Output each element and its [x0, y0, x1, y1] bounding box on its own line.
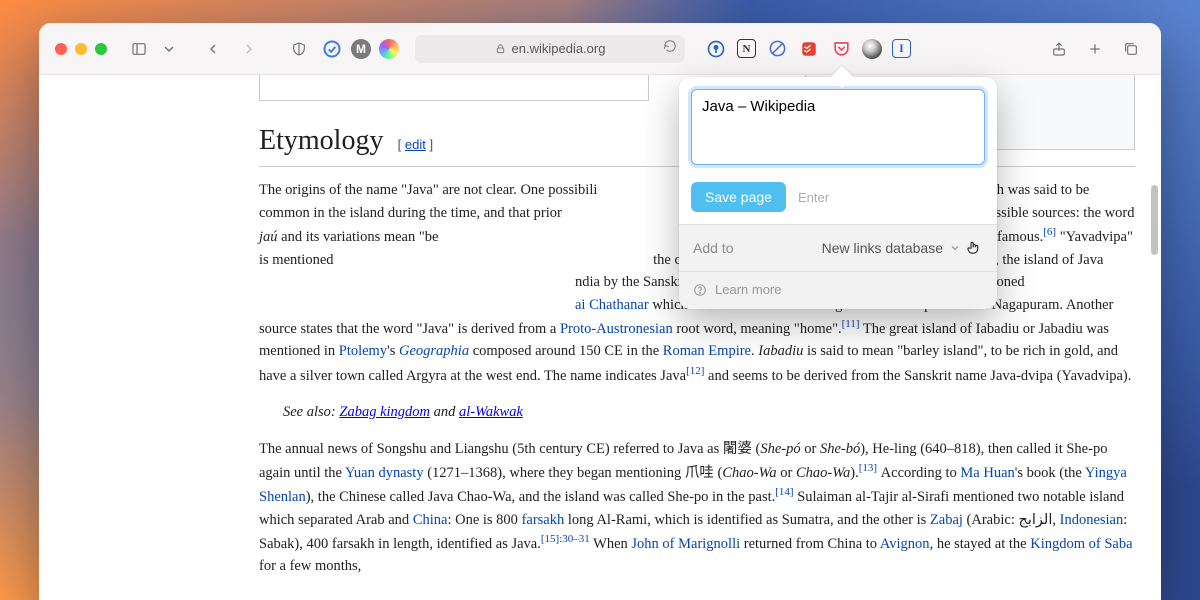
- checkmark-extension-icon[interactable]: [321, 38, 343, 60]
- new-tab-icon[interactable]: [1081, 35, 1109, 63]
- link-zabaj[interactable]: Zabaj: [930, 512, 963, 528]
- link-ptolemy[interactable]: Ptolemy: [339, 343, 387, 359]
- chevron-down-icon: [949, 242, 961, 254]
- help-icon: [693, 283, 707, 297]
- save-page-button[interactable]: Save page: [691, 182, 786, 212]
- extensions-strip: N I: [705, 38, 911, 60]
- link-farsakh[interactable]: farsakh: [522, 512, 565, 528]
- link-proto-austronesian[interactable]: Proto-Austronesian: [560, 321, 673, 337]
- link-china[interactable]: China: [413, 512, 448, 528]
- ref-link[interactable]: [12]: [686, 365, 704, 377]
- add-to-label: Add to: [693, 240, 733, 256]
- cursor-hand-icon: [965, 239, 983, 257]
- reload-icon[interactable]: [663, 39, 677, 58]
- ref-link[interactable]: [13]: [859, 462, 877, 474]
- ref-link[interactable]: [14]: [775, 486, 793, 498]
- scrollbar-thumb[interactable]: [1151, 185, 1158, 255]
- rainbow-extension-icon[interactable]: [379, 39, 399, 59]
- link-zabag[interactable]: Zabag kingdom: [339, 404, 430, 420]
- sidebar-toggle-icon[interactable]: [125, 35, 153, 63]
- address-bar[interactable]: en.wikipedia.org: [415, 35, 685, 63]
- share-icon[interactable]: [1045, 35, 1073, 63]
- link-geographia[interactable]: Geographia: [399, 343, 469, 359]
- address-text: en.wikipedia.org: [512, 41, 606, 56]
- enter-hint: Enter: [798, 190, 829, 205]
- onepassword-extension-icon[interactable]: [705, 38, 727, 60]
- link-roman-empire[interactable]: Roman Empire: [663, 343, 751, 359]
- ref-link[interactable]: [11]: [842, 318, 860, 330]
- toolbar: M en.wikipedia.org N: [39, 23, 1161, 75]
- notion-save-popover: Save page Enter Add to New links databas…: [679, 77, 997, 309]
- block-extension-icon[interactable]: [766, 38, 788, 60]
- tabs-overview-icon[interactable]: [1117, 35, 1145, 63]
- edit-section-link[interactable]: edit: [405, 137, 426, 152]
- instapaper-extension-icon[interactable]: I: [892, 39, 911, 58]
- link-kingdom-of-saba[interactable]: Kingdom of Saba: [1030, 536, 1132, 552]
- notion-extension-icon[interactable]: N: [737, 39, 756, 58]
- link-indonesian[interactable]: Indonesian: [1060, 512, 1124, 528]
- link-marignolli[interactable]: John of Marignolli: [631, 536, 740, 552]
- browser-window: M en.wikipedia.org N: [39, 23, 1161, 600]
- window-controls: [55, 43, 107, 55]
- privacy-shield-icon[interactable]: [285, 35, 313, 63]
- page-title-input[interactable]: [691, 89, 985, 165]
- todoist-extension-icon[interactable]: [798, 38, 820, 60]
- pocket-extension-icon[interactable]: [830, 38, 852, 60]
- forward-button: [235, 35, 263, 63]
- destination-picker[interactable]: New links database: [822, 239, 983, 257]
- minimize-window[interactable]: [75, 43, 87, 55]
- learn-more-link[interactable]: Learn more: [715, 282, 781, 297]
- ref-link[interactable]: [6]: [1043, 226, 1056, 238]
- link-yuan-dynasty[interactable]: Yuan dynasty: [345, 465, 424, 481]
- paragraph: The annual news of Songshu and Liangshu …: [259, 438, 1135, 578]
- close-window[interactable]: [55, 43, 67, 55]
- toc-box[interactable]: [259, 75, 649, 101]
- ref-link[interactable]: [15]:30–31: [541, 533, 590, 545]
- lock-icon: [495, 43, 506, 54]
- back-button[interactable]: [199, 35, 227, 63]
- link-ma-huan[interactable]: Ma Huan: [960, 465, 1014, 481]
- link-chathanar[interactable]: ai Chathanar: [575, 297, 649, 313]
- link-alwakwak[interactable]: al-Wakwak: [459, 404, 523, 420]
- link-avignon[interactable]: Avignon: [880, 536, 930, 552]
- sidebar-dropdown-icon[interactable]: [161, 35, 177, 63]
- eagle-extension-icon[interactable]: [862, 39, 882, 59]
- see-also: See also: Zabag kingdom and al-Wakwak: [259, 401, 1135, 423]
- zoom-window[interactable]: [95, 43, 107, 55]
- m-extension-icon[interactable]: M: [351, 39, 371, 59]
